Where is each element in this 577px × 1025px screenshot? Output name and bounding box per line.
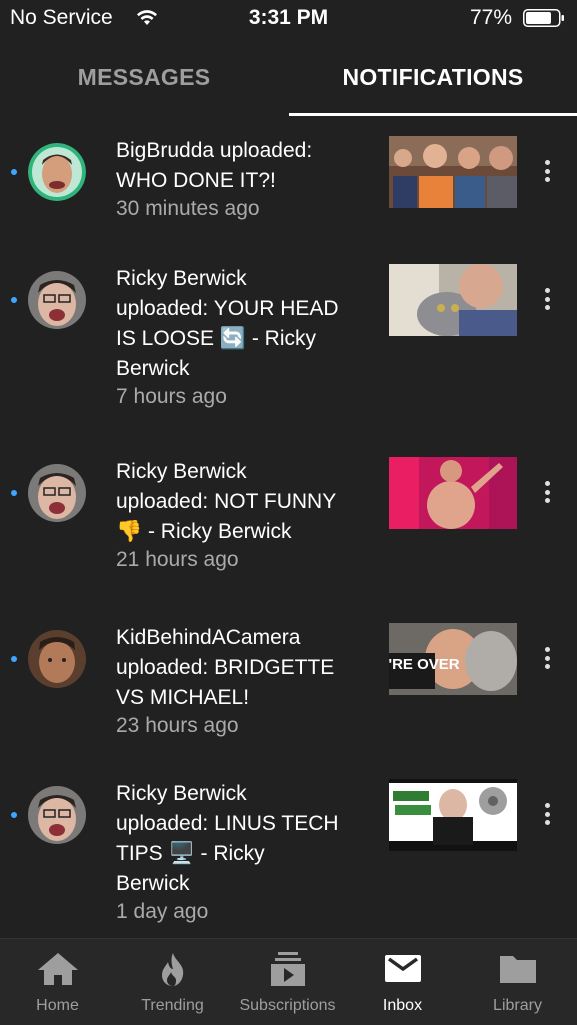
notification-item[interactable]: Ricky Berwick uploaded: YOUR HEAD IS LOO… — [0, 264, 577, 424]
notification-title: Ricky Berwick — [116, 460, 247, 483]
nav-label: Subscriptions — [239, 997, 336, 1014]
subscriptions-icon — [271, 952, 305, 986]
notification-item[interactable]: BigBrudda uploaded: WHO DONE IT?! 30 min… — [0, 136, 577, 236]
notification-title: Berwick — [116, 357, 190, 380]
more-options-icon[interactable] — [537, 160, 557, 186]
status-bar: No Service 3:31 PM 77% — [0, 0, 577, 38]
notification-title: Ricky Berwick — [116, 267, 247, 290]
video-thumbnail[interactable] — [389, 264, 517, 336]
unread-dot — [11, 297, 17, 303]
notification-title: uploaded: LINUS TECH — [116, 812, 339, 835]
notification-title: TIPS 🖥️ - Ricky — [116, 842, 265, 865]
home-icon — [38, 953, 78, 985]
thumbnail-caption: WE'RE OVER — [389, 656, 460, 673]
notification-title: Ricky Berwick — [116, 782, 247, 805]
inbox-tabs: MESSAGES NOTIFICATIONS — [0, 38, 577, 116]
nav-library[interactable]: Library — [460, 939, 575, 1025]
nav-home[interactable]: Home — [0, 939, 115, 1025]
more-options-icon[interactable] — [537, 481, 557, 507]
more-options-icon[interactable] — [537, 803, 557, 829]
nav-label: Home — [36, 997, 79, 1014]
more-options-icon[interactable] — [537, 288, 557, 314]
tab-messages[interactable]: MESSAGES — [0, 38, 288, 116]
nav-inbox[interactable]: Inbox — [345, 939, 460, 1025]
notification-title: uploaded: YOUR HEAD — [116, 297, 339, 320]
nav-label: Inbox — [382, 997, 423, 1014]
notification-time: 7 hours ago — [116, 385, 227, 408]
inbox-icon — [385, 955, 421, 982]
notification-title: uploaded: NOT FUNNY — [116, 490, 337, 513]
notification-text: Ricky Berwick uploaded: YOUR HEAD IS LOO… — [116, 264, 361, 412]
unread-dot — [11, 490, 17, 496]
library-folder-icon — [500, 956, 536, 983]
notification-title: BigBrudda uploaded: — [116, 139, 313, 162]
video-thumbnail[interactable] — [389, 779, 517, 851]
notification-time: 1 day ago — [116, 900, 209, 923]
avatar[interactable] — [28, 464, 86, 522]
notification-item[interactable]: Ricky Berwick uploaded: LINUS TECH TIPS … — [0, 779, 577, 934]
notification-item[interactable]: Ricky Berwick uploaded: NOT FUNNY 👎 - Ri… — [0, 457, 577, 587]
active-tab-indicator — [289, 113, 577, 116]
notification-text: Ricky Berwick uploaded: LINUS TECH TIPS … — [116, 779, 361, 927]
notification-text: BigBrudda uploaded: WHO DONE IT?! 30 min… — [116, 136, 361, 224]
notification-text: KidBehindACamera uploaded: BRIDGETTE VS … — [116, 623, 361, 741]
notification-title: IS LOOSE 🔄 - Ricky — [116, 327, 317, 350]
notification-title: VS MICHAEL! — [116, 686, 250, 709]
nav-trending[interactable]: Trending — [115, 939, 230, 1025]
tab-notifications[interactable]: NOTIFICATIONS — [289, 38, 577, 116]
avatar[interactable] — [28, 630, 86, 688]
battery-percent: 77% — [469, 6, 512, 29]
notification-title: WHO DONE IT?! — [116, 169, 276, 192]
video-thumbnail[interactable] — [389, 136, 517, 208]
unread-dot — [11, 169, 17, 175]
notification-text: Ricky Berwick uploaded: NOT FUNNY 👎 - Ri… — [116, 457, 361, 575]
nav-subscriptions[interactable]: Subscriptions — [230, 939, 345, 1025]
notification-title: KidBehindACamera — [116, 626, 301, 649]
unread-dot — [11, 812, 17, 818]
notification-time: 23 hours ago — [116, 714, 239, 737]
notification-item[interactable]: KidBehindACamera uploaded: BRIDGETTE VS … — [0, 623, 577, 737]
notification-time: 30 minutes ago — [116, 197, 260, 220]
avatar[interactable] — [28, 143, 86, 201]
video-thumbnail[interactable]: WE'RE OVER — [389, 623, 517, 695]
nav-label: Trending — [141, 997, 204, 1014]
avatar[interactable] — [28, 271, 86, 329]
bottom-navigation: Home Trending Subscriptions Inbox Librar… — [0, 938, 577, 1025]
flame-icon — [162, 953, 184, 986]
notification-title: uploaded: BRIDGETTE — [116, 656, 335, 679]
video-thumbnail[interactable] — [389, 457, 517, 529]
avatar[interactable] — [28, 786, 86, 844]
battery-icon — [523, 9, 564, 27]
notification-time: 21 hours ago — [116, 548, 239, 571]
notification-title: 👎 - Ricky Berwick — [116, 520, 292, 543]
unread-dot — [11, 656, 17, 662]
notification-title: Berwick — [116, 872, 190, 895]
nav-label: Library — [493, 997, 542, 1014]
more-options-icon[interactable] — [537, 647, 557, 673]
